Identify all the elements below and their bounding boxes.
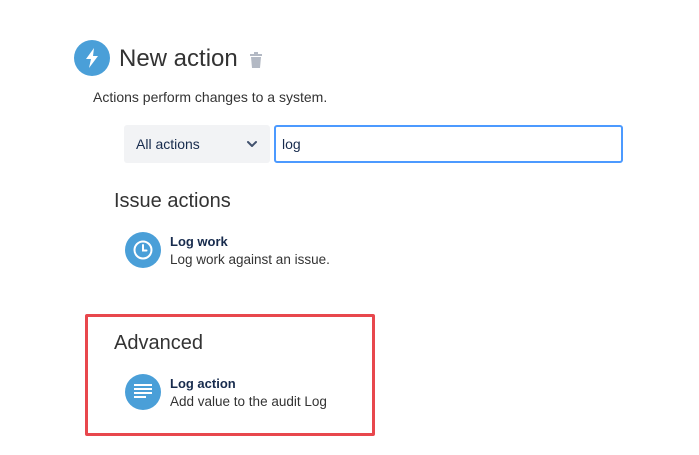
section-title-issue-actions: Issue actions [114, 190, 231, 212]
page-subtitle: Actions perform changes to a system. [93, 89, 328, 105]
new-action-page: New action Actions perform changes to a … [0, 0, 699, 455]
action-item-log-action[interactable]: Log action Add value to the audit Log [125, 374, 327, 411]
action-description: Log work against an issue. [170, 252, 330, 267]
trash-icon[interactable] [249, 52, 263, 68]
action-category-select[interactable]: All actions [124, 125, 270, 163]
text-lines-icon [125, 374, 161, 410]
action-search-input[interactable] [274, 125, 623, 163]
section-title-advanced: Advanced [114, 332, 203, 354]
action-name: Log work [170, 234, 228, 249]
action-category-select-value: All actions [136, 136, 200, 152]
action-name: Log action [170, 376, 236, 391]
action-item-log-work[interactable]: Log work Log work against an issue. [125, 232, 330, 269]
chevron-down-icon [247, 141, 257, 147]
lightning-icon [74, 40, 110, 76]
action-description: Add value to the audit Log [170, 394, 327, 409]
page-title: New action [119, 45, 238, 72]
clock-icon [125, 232, 161, 268]
